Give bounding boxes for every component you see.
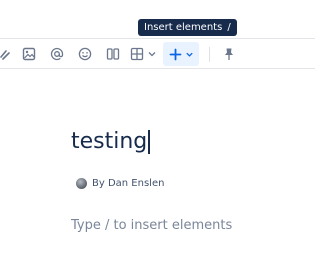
- emoji-icon[interactable]: [77, 43, 93, 65]
- byline-text: By Dan Enslen: [92, 178, 165, 189]
- insert-elements-tooltip: Insert elements /: [138, 19, 237, 36]
- image-icon[interactable]: [21, 43, 37, 65]
- page-title[interactable]: testing: [71, 127, 150, 157]
- body-placeholder[interactable]: Type / to insert elements: [71, 218, 232, 233]
- chevron-down-icon: [185, 52, 193, 57]
- text-cursor: [148, 130, 150, 154]
- editor-toolbar: [0, 38, 315, 69]
- tooltip-label: Insert elements: [144, 22, 223, 33]
- toolbar-divider: [209, 47, 210, 62]
- mention-icon[interactable]: [49, 43, 65, 65]
- tooltip-shortcut: /: [227, 22, 231, 33]
- avatar: [76, 178, 87, 189]
- table-icon[interactable]: [129, 43, 145, 65]
- layout-icon[interactable]: [105, 43, 121, 65]
- pin-icon[interactable]: [221, 43, 237, 65]
- table-chevron-down-icon[interactable]: [146, 43, 158, 65]
- insert-elements-button[interactable]: [163, 42, 199, 66]
- plus-icon: [169, 48, 181, 60]
- byline: By Dan Enslen: [76, 178, 164, 189]
- page-title-text: testing: [71, 129, 148, 154]
- link-icon[interactable]: [0, 43, 12, 65]
